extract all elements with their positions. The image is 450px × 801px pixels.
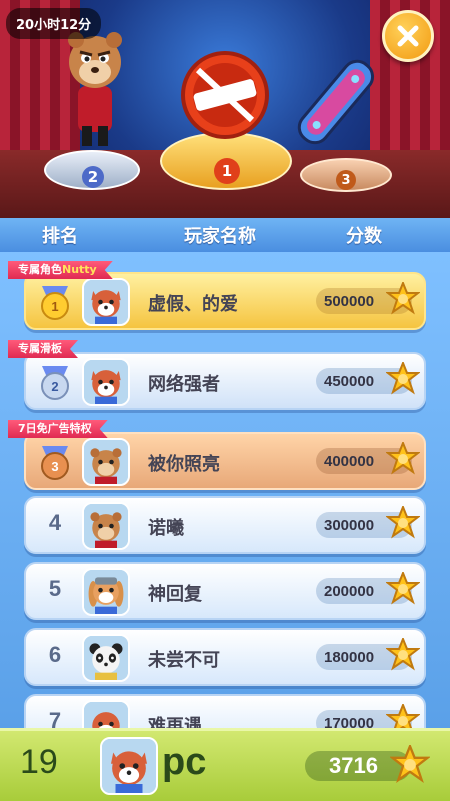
star-coin-icon bbox=[386, 282, 420, 315]
svg-text:3: 3 bbox=[51, 459, 58, 474]
player-name: 诺曦 bbox=[148, 518, 184, 539]
podium-first-number: 1 bbox=[214, 158, 240, 184]
avatar bbox=[82, 438, 130, 486]
gold-medal-icon: 1 bbox=[41, 286, 69, 320]
event-timer: 20小时12分 bbox=[6, 8, 102, 39]
ribbon-first-highlight: Nutty bbox=[62, 263, 97, 276]
red-panda-avatar-icon bbox=[84, 360, 128, 404]
ribbon-first-prefix: 专属角色 bbox=[18, 263, 62, 276]
skateboard-icon bbox=[297, 59, 375, 145]
my-rank-bar: 19 pc 3716 bbox=[0, 728, 450, 801]
close-icon bbox=[397, 25, 419, 47]
star-coin-icon bbox=[386, 638, 420, 671]
my-rank-number: 19 bbox=[20, 743, 58, 781]
table-row[interactable]: 1 虚假、的爱 500000 bbox=[24, 272, 426, 330]
table-row[interactable]: 6 未尝不可 180000 bbox=[24, 628, 426, 686]
avatar bbox=[82, 634, 130, 682]
red-panda-avatar-icon bbox=[102, 739, 156, 793]
svg-text:1: 1 bbox=[51, 299, 58, 314]
avatar bbox=[82, 278, 130, 326]
avatar bbox=[82, 568, 130, 616]
player-name: 网络强者 bbox=[148, 374, 220, 395]
table-row[interactable]: 5 神回复 200000 bbox=[24, 562, 426, 620]
header-score: 分数 bbox=[346, 226, 382, 247]
ribbon-second-label: 专属滑板 bbox=[18, 342, 62, 355]
star-coin-icon bbox=[386, 572, 420, 605]
red-panda-avatar-icon bbox=[84, 280, 128, 324]
leaderboard-header: 排名 玩家名称 分数 bbox=[0, 218, 450, 252]
my-player-name: pc bbox=[162, 741, 207, 783]
star-coin-icon bbox=[386, 506, 420, 539]
chipmunk-character-icon bbox=[68, 32, 122, 146]
rank-number: 5 bbox=[48, 576, 62, 601]
panda-avatar-icon bbox=[84, 636, 128, 680]
table-row[interactable]: 2 网络强者 450000 bbox=[24, 352, 426, 410]
rank-number: 4 bbox=[48, 510, 62, 535]
table-row[interactable]: 3 被你照亮 400000 bbox=[24, 432, 426, 490]
podium-third-number: 3 bbox=[336, 170, 356, 190]
bunny-avatar-icon bbox=[84, 570, 128, 614]
player-name: 被你照亮 bbox=[148, 454, 220, 475]
my-avatar bbox=[100, 737, 158, 795]
logo-coin-icon bbox=[181, 51, 269, 139]
player-name: 虚假、的爱 bbox=[148, 294, 238, 315]
table-row[interactable]: 4 诺曦 300000 bbox=[24, 496, 426, 554]
star-coin-icon bbox=[386, 442, 420, 475]
star-coin-icon bbox=[390, 745, 430, 783]
reward-ribbon-second: 专属滑板 bbox=[8, 340, 78, 358]
close-button[interactable] bbox=[382, 10, 434, 62]
player-name: 未尝不可 bbox=[148, 650, 220, 671]
podium-stage: 2 1 3 20小时12分 bbox=[0, 0, 450, 218]
podium-second-number: 2 bbox=[82, 166, 104, 188]
silver-medal-icon: 2 bbox=[41, 366, 69, 400]
leaderboard-list[interactable]: 1 虚假、的爱 500000 2 网络强者 450000 3 被你照亮 4000… bbox=[0, 252, 450, 752]
svg-text:2: 2 bbox=[51, 379, 58, 394]
bronze-medal-icon: 3 bbox=[41, 446, 69, 480]
avatar bbox=[82, 502, 130, 550]
header-player-name: 玩家名称 bbox=[184, 226, 256, 247]
chipmunk-avatar-icon bbox=[84, 504, 128, 548]
reward-ribbon-first: 专属角色Nutty bbox=[8, 261, 113, 279]
header-rank: 排名 bbox=[42, 226, 78, 247]
chipmunk-avatar-icon bbox=[84, 440, 128, 484]
rank-number: 6 bbox=[48, 642, 62, 667]
avatar bbox=[82, 358, 130, 406]
star-coin-icon bbox=[386, 362, 420, 395]
player-name: 神回复 bbox=[148, 584, 202, 605]
ribbon-third-label: 7日免广告特权 bbox=[18, 422, 92, 435]
reward-ribbon-third: 7日免广告特权 bbox=[8, 420, 108, 438]
